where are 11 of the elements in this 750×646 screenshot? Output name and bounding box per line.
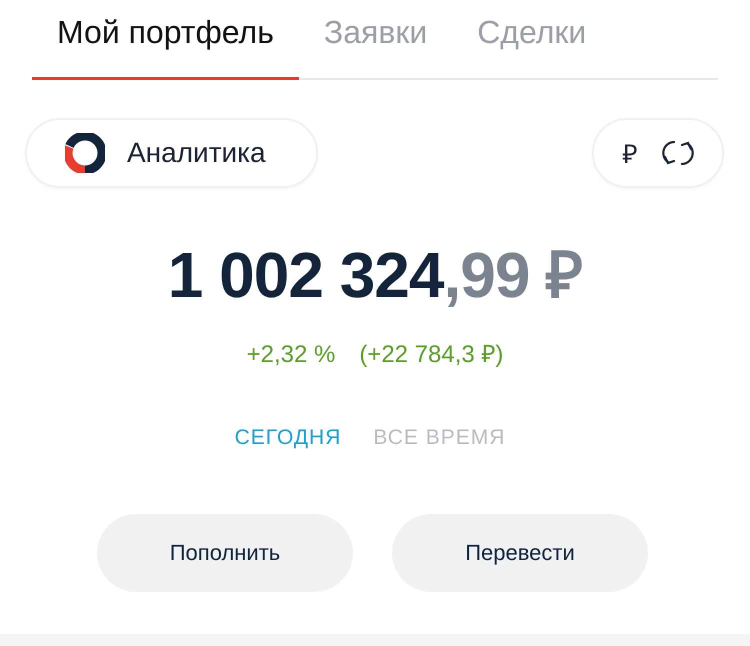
action-button[interactable]: Пополнить: [97, 514, 353, 592]
action-button[interactable]: Перевести: [392, 514, 648, 592]
refresh-icon[interactable]: [662, 138, 694, 168]
ring-logo-icon: [65, 133, 105, 173]
balance-amount: 1 002 324,99 ₽: [168, 240, 582, 310]
change-percent: +2,32 %: [246, 340, 336, 370]
tab[interactable]: Мой портфель: [32, 0, 299, 80]
currency-button[interactable]: ₽: [622, 135, 638, 171]
change-amount: (+22 784,3 ₽): [359, 340, 504, 370]
analytics-label: Аналитика: [127, 137, 266, 169]
analytics-button[interactable]: Аналитика: [25, 118, 318, 188]
